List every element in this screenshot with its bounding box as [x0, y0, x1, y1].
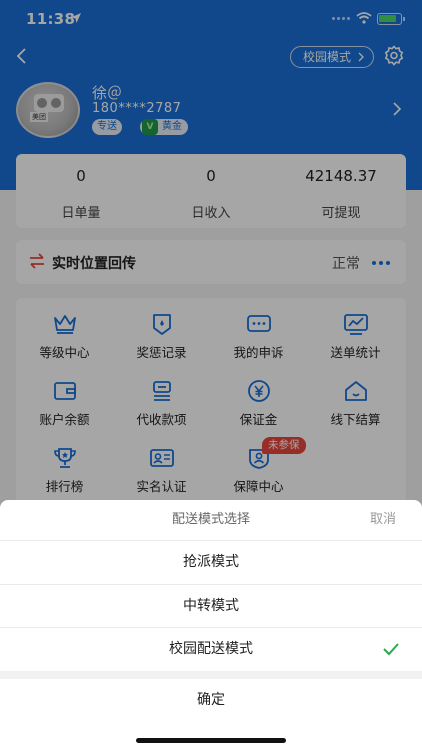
option-transfer[interactable]: 中转模式: [0, 584, 422, 627]
option-label: 中转模式: [183, 598, 239, 614]
home-indicator: [136, 738, 286, 743]
option-label: 抢派模式: [183, 554, 239, 570]
check-icon: [383, 643, 399, 656]
option-label: 校园配送模式: [169, 641, 253, 657]
sheet-title: 配送模式选择: [171, 512, 250, 527]
confirm-button[interactable]: 确定: [0, 679, 422, 721]
option-campus-delivery[interactable]: 校园配送模式: [0, 627, 422, 670]
delivery-mode-sheet: 配送模式选择 取消 抢派模式 中转模式 校园配送模式 确定: [0, 500, 422, 750]
cancel-button[interactable]: 取消: [370, 500, 396, 540]
sheet-divider: [0, 671, 422, 679]
option-grab-dispatch[interactable]: 抢派模式: [0, 540, 422, 583]
